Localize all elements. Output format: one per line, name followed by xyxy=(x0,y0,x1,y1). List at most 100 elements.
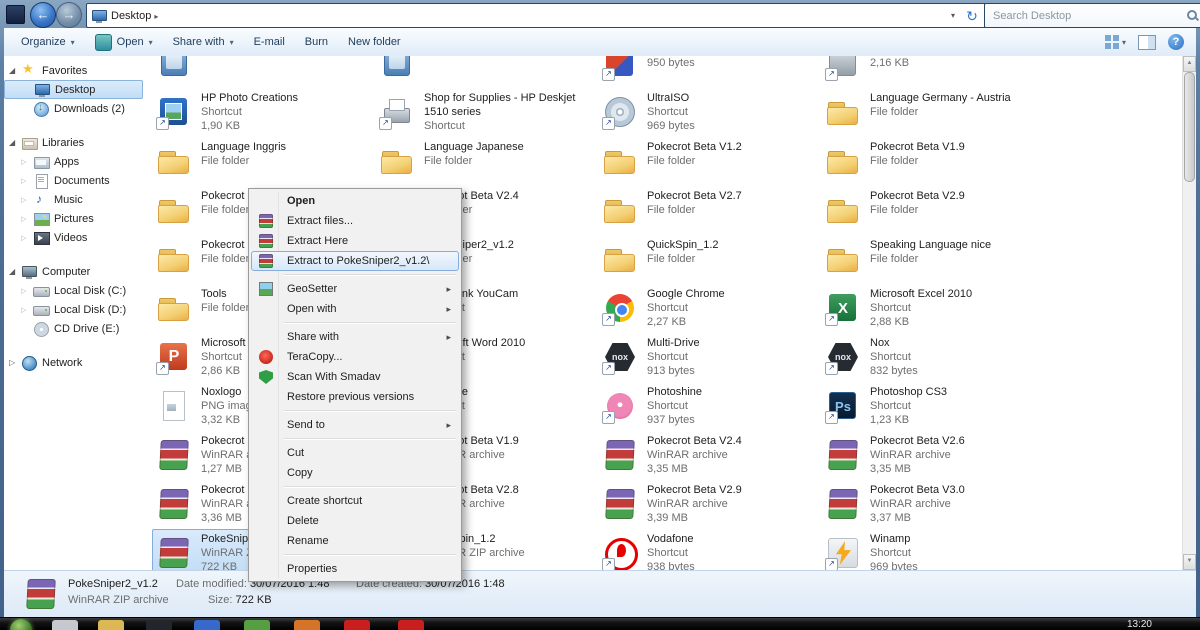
context-menu-item-extract-files[interactable]: Extract files... xyxy=(251,211,459,231)
search-input[interactable] xyxy=(991,8,1186,23)
sidebar-section-network[interactable]: ▷ Network xyxy=(4,353,146,372)
file-tile-language-japanese[interactable]: Language Japanese File folder xyxy=(375,137,595,186)
address-bar[interactable]: Desktop ▸ ▾ ↻ xyxy=(86,3,988,28)
taskbar-app-7[interactable] xyxy=(344,620,370,630)
start-button[interactable] xyxy=(10,619,32,630)
file-tile[interactable]: System Folder xyxy=(152,56,372,88)
file-tile-language-germany-austria[interactable]: Language Germany - Austria File folder xyxy=(821,88,1041,137)
expander-icon[interactable]: ◢ xyxy=(9,138,21,147)
file-tile-pokecrot-beta-v3-0[interactable]: Pokecrot Beta V3.0 WinRAR archive 3,37 MB xyxy=(821,480,1041,529)
sidebar-item-downloads-2[interactable]: Downloads (2) xyxy=(4,99,146,118)
sidebar-item-cd-drive-e[interactable]: CD Drive (E:) xyxy=(4,319,146,338)
sidebar-item-documents[interactable]: ▷ Documents xyxy=(4,171,146,190)
ppt-icon xyxy=(155,338,193,376)
context-menu-item-geosetter[interactable]: GeoSetter ▸ xyxy=(251,279,459,299)
sidebar-item-videos[interactable]: ▷ Videos xyxy=(4,228,146,247)
scroll-down-button[interactable]: ▼ xyxy=(1183,554,1196,570)
sidebar-item-pictures[interactable]: ▷ Pictures xyxy=(4,209,146,228)
context-menu-item-teracopy[interactable]: TeraCopy... xyxy=(251,347,459,367)
file-tile-pokecrot-beta-v1-2[interactable]: Pokecrot Beta V1.2 File folder xyxy=(598,137,818,186)
file-tile-shop-for-supplies-hp-deskjet-1510-series[interactable]: Shop for Supplies - HP Deskjet 1510 seri… xyxy=(375,88,595,137)
context-menu-item-cut[interactable]: Cut xyxy=(251,443,459,463)
file-tile-vodafone[interactable]: Vodafone Shortcut 938 bytes xyxy=(598,529,818,570)
file-tile-ultraiso[interactable]: UltraISO Shortcut 969 bytes xyxy=(598,88,818,137)
context-menu-item-extract-here[interactable]: Extract Here xyxy=(251,231,459,251)
file-tile[interactable]: System Folder xyxy=(375,56,595,88)
sidebar-section-computer[interactable]: ◢ Computer xyxy=(4,262,146,281)
context-menu-item-copy[interactable]: Copy xyxy=(251,463,459,483)
toolbar-button-burn[interactable]: Burn xyxy=(296,32,337,52)
sidebar-item-local-disk-d[interactable]: ▷ Local Disk (D:) xyxy=(4,300,146,319)
change-view-button[interactable]: ▾ xyxy=(1104,35,1126,49)
taskbar-app-5[interactable] xyxy=(244,620,270,630)
sidebar-section-favorites[interactable]: ◢Favorites xyxy=(4,61,146,80)
file-tile-photoshop-cs3[interactable]: Photoshop CS3 Shortcut 1,23 KB xyxy=(821,382,1041,431)
context-menu-item-rename[interactable]: Rename xyxy=(251,531,459,551)
file-tile-pokecrot-beta-v2-9[interactable]: Pokecrot Beta V2.9 WinRAR archive 3,39 MB xyxy=(598,480,818,529)
expander-icon: ▷ xyxy=(21,215,27,223)
context-menu-item-create-shortcut[interactable]: Create shortcut xyxy=(251,491,459,511)
expander-icon[interactable]: ◢ xyxy=(9,66,21,75)
file-tile-photoshine[interactable]: Photoshine Shortcut 937 bytes xyxy=(598,382,818,431)
file-tile-nox[interactable]: Nox Shortcut 832 bytes xyxy=(821,333,1041,382)
taskbar-app-2[interactable] xyxy=(98,620,124,630)
file-tile-pokecrot-beta-v2-9[interactable]: Pokecrot Beta V2.9 File folder xyxy=(821,186,1041,235)
expander-icon[interactable]: ◢ xyxy=(9,267,21,276)
toolbar-button-e-mail[interactable]: E-mail xyxy=(245,32,294,52)
file-tile[interactable]: Shortcut2,16 KB xyxy=(821,56,1041,88)
file-tile-microsoft-excel-2010[interactable]: Microsoft Excel 2010 Shortcut 2,88 KB xyxy=(821,284,1041,333)
file-tile-pokecrot-beta-v2-7[interactable]: Pokecrot Beta V2.7 File folder xyxy=(598,186,818,235)
context-menu-item-properties[interactable]: Properties xyxy=(251,559,459,579)
scroll-up-button[interactable]: ▲ xyxy=(1183,56,1196,72)
sidebar-item-apps[interactable]: ▷ Apps xyxy=(4,152,146,171)
file-tile-hp-photo-creations[interactable]: HP Photo Creations Shortcut 1,90 KB xyxy=(152,88,372,137)
context-menu-item-open-with[interactable]: Open with ▸ xyxy=(251,299,459,319)
expander-icon[interactable]: ▷ xyxy=(9,358,21,367)
forward-button[interactable]: → xyxy=(56,2,82,28)
file-tile-speaking-language-nice[interactable]: Speaking Language nice File folder xyxy=(821,235,1041,284)
file-name: Microsoft Excel 2010 xyxy=(870,288,973,300)
file-tile-multi-drive[interactable]: Multi-Drive Shortcut 913 bytes xyxy=(598,333,818,382)
context-menu-item-open[interactable]: Open xyxy=(251,191,459,211)
context-menu-item-share-with[interactable]: Share with ▸ xyxy=(251,327,459,347)
taskbar-app-6[interactable] xyxy=(294,620,320,630)
context-menu-item-send-to[interactable]: Send to ▸ xyxy=(251,415,459,435)
vertical-scrollbar[interactable]: ▲ ▼ xyxy=(1182,56,1196,570)
file-tile-winamp[interactable]: Winamp Shortcut 969 bytes xyxy=(821,529,1041,570)
file-tile-quickspin-1-2[interactable]: QuickSpin_1.2 File folder xyxy=(598,235,818,284)
toolbar-button-share-with[interactable]: Share with ▾ xyxy=(164,32,243,52)
sidebar-section-libraries[interactable]: ◢ Libraries xyxy=(4,133,146,152)
taskbar-app-4[interactable] xyxy=(194,620,220,630)
winrar-icon xyxy=(155,485,193,523)
context-menu-item-scan-with-smadav[interactable]: Scan With Smadav xyxy=(251,367,459,387)
file-tile-google-chrome[interactable]: Google Chrome Shortcut 2,27 KB xyxy=(598,284,818,333)
breadcrumb[interactable]: Desktop xyxy=(108,10,154,22)
toolbar-button-organize[interactable]: Organize ▾ xyxy=(12,32,84,52)
taskbar-app-1[interactable] xyxy=(52,620,78,630)
taskbar-app-3[interactable] xyxy=(146,620,172,630)
toolbar-button-open[interactable]: Open ▾ xyxy=(86,30,162,55)
taskbar-app-8[interactable] xyxy=(398,620,424,630)
refresh-button[interactable]: ↻ xyxy=(961,6,983,26)
file-tile-pokecrot-beta-v2-6[interactable]: Pokecrot Beta V2.6 WinRAR archive 3,35 MB xyxy=(821,431,1041,480)
toolbar-button-new-folder[interactable]: New folder xyxy=(339,32,410,52)
nox-icon xyxy=(824,338,862,376)
scrollbar-thumb[interactable] xyxy=(1184,72,1195,182)
context-menu-item-restore-previous-versions[interactable]: Restore previous versions xyxy=(251,387,459,407)
sidebar-item-local-disk-c[interactable]: ▷ Local Disk (C:) xyxy=(4,281,146,300)
sidebar-item-desktop[interactable]: Desktop xyxy=(4,80,143,99)
address-history-dropdown-icon[interactable]: ▾ xyxy=(945,11,961,20)
file-tile-language-inggris[interactable]: Language Inggris File folder xyxy=(152,137,372,186)
help-button[interactable] xyxy=(1168,34,1184,50)
sidebar-item-music[interactable]: ▷Music xyxy=(4,190,146,209)
breadcrumb-arrow-icon[interactable]: ▸ xyxy=(154,11,158,21)
taskbar-clock[interactable]: 13:20 xyxy=(1127,619,1152,630)
file-tile[interactable]: Shortcut950 bytes xyxy=(598,56,818,88)
context-menu-item-extract-to-pokesniper2-v1-2[interactable]: Extract to PokeSniper2_v1.2\ xyxy=(251,251,459,271)
search-box[interactable] xyxy=(984,3,1200,28)
preview-pane-button[interactable] xyxy=(1138,34,1156,50)
back-button[interactable]: ← xyxy=(30,2,56,28)
file-tile-pokecrot-beta-v1-9[interactable]: Pokecrot Beta V1.9 File folder xyxy=(821,137,1041,186)
context-menu-item-delete[interactable]: Delete xyxy=(251,511,459,531)
file-tile-pokecrot-beta-v2-4[interactable]: Pokecrot Beta V2.4 WinRAR archive 3,35 MB xyxy=(598,431,818,480)
